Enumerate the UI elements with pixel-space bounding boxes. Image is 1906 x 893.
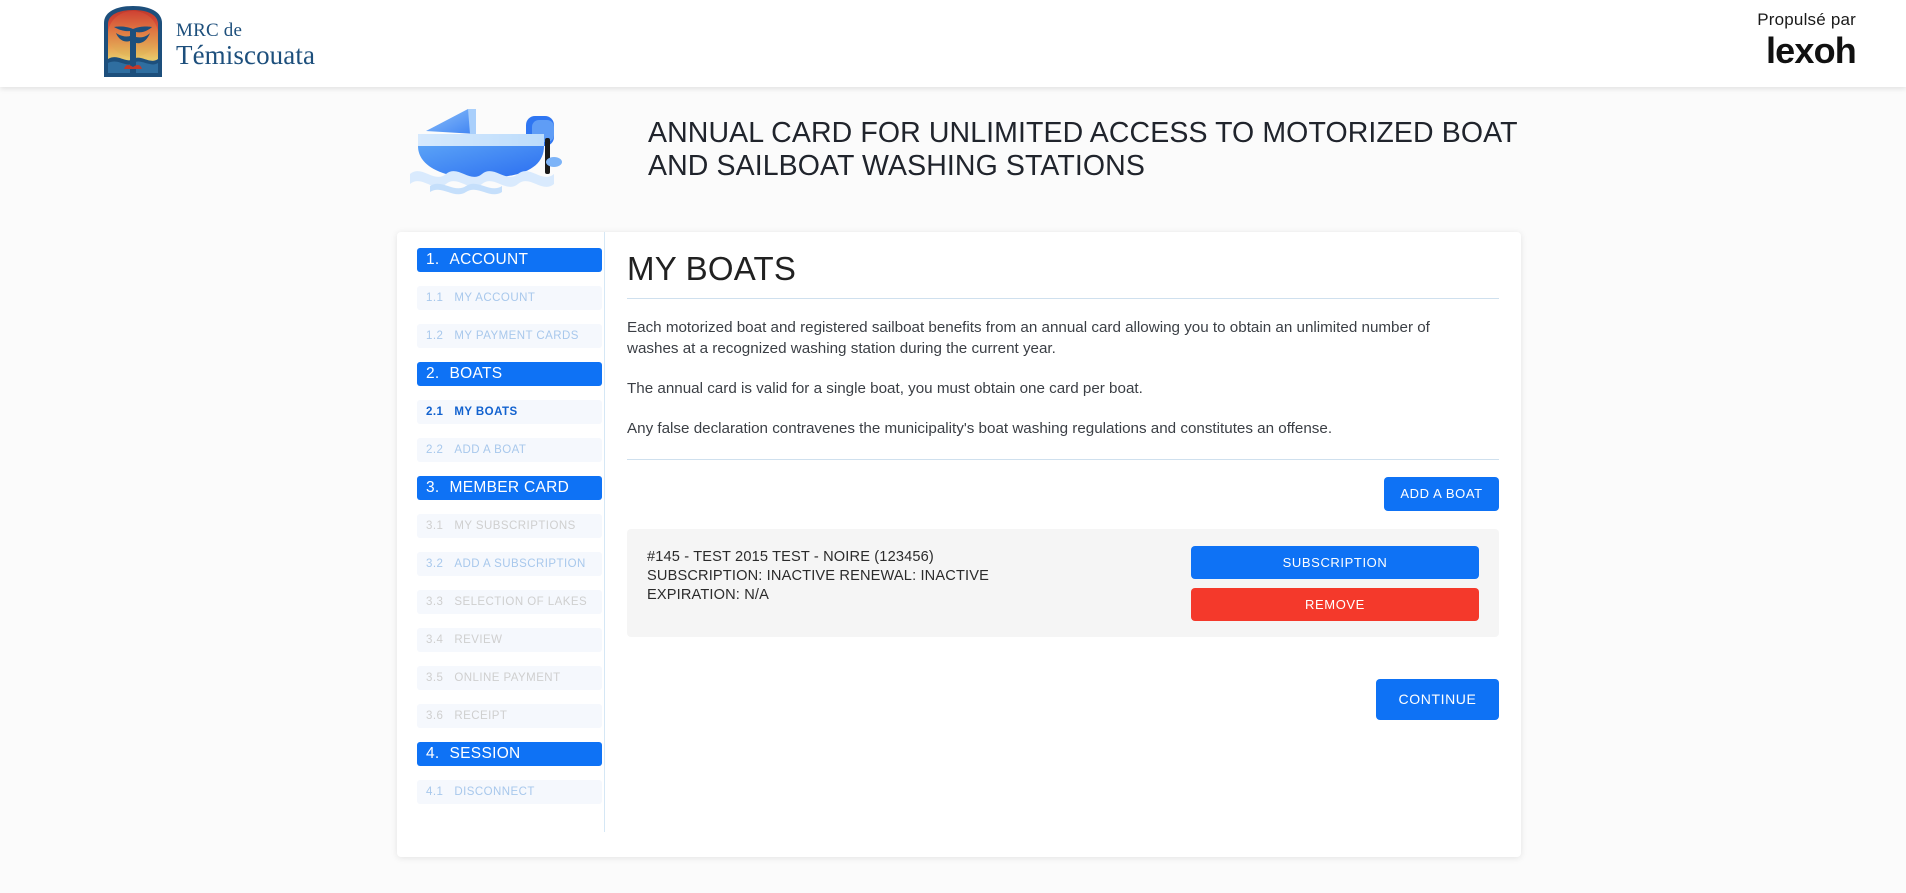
sidebar-item-label: MY ACCOUNT xyxy=(454,292,536,304)
site-header: MRC de Témiscouata Propulsé par lexoh xyxy=(0,0,1906,87)
sidebar-item-label: ADD A BOAT xyxy=(454,444,527,456)
sidebar-item-my-boats[interactable]: 2.1 MY BOATS xyxy=(417,400,602,424)
sidebar-item-label: DISCONNECT xyxy=(454,786,535,798)
sidebar-section-session[interactable]: 4. SESSION xyxy=(417,742,602,766)
content-divider xyxy=(627,458,1499,460)
sidebar-item-label: ADD A SUBSCRIPTION xyxy=(454,558,586,570)
sidebar-section-label: BOATS xyxy=(449,365,503,382)
sidebar-section-account[interactable]: 1. ACCOUNT xyxy=(417,248,602,272)
sidebar-item-label: ONLINE PAYMENT xyxy=(454,672,561,684)
powered-by-block: Propulsé par lexoh xyxy=(1757,10,1857,71)
add-a-boat-button[interactable]: ADD A BOAT xyxy=(1384,476,1499,511)
sidebar-item-number: 1.2 xyxy=(426,330,444,342)
lexoh-wordmark: lexoh xyxy=(1765,30,1857,71)
sidebar-item-number: 3.4 xyxy=(426,634,444,646)
sidebar-section-boats[interactable]: 2. BOATS xyxy=(417,362,602,386)
sidebar-section-label: SESSION xyxy=(449,745,521,762)
sidebar-item-receipt[interactable]: 3.6 RECEIPT xyxy=(417,704,602,728)
temiscouata-crest-icon xyxy=(104,6,162,77)
main-panel: 1. ACCOUNT 1.1 MY ACCOUNT 1.2 MY PAYMENT CARD… xyxy=(397,232,1521,857)
sidebar-item-online-payment[interactable]: 3.5 ONLINE PAYMENT xyxy=(417,666,602,690)
intro-paragraph-1: Each motorized boat and registered sailb… xyxy=(627,319,1430,357)
powered-by-label: Propulsé par xyxy=(1757,10,1856,29)
sidebar-item-number: 3.6 xyxy=(426,710,444,722)
sidebar-item-number: 3.2 xyxy=(426,558,444,570)
sidebar-item-label: MY SUBSCRIPTIONS xyxy=(454,520,576,532)
boat-info: #145 - TEST 2015 TEST - NOIRE (123456) SU… xyxy=(647,545,989,606)
boat-expiration-line: EXPIRATION: N/A xyxy=(647,587,769,604)
boat-card: #145 - TEST 2015 TEST - NOIRE (123456) SU… xyxy=(627,528,1499,637)
sidebar-item-add-a-boat[interactable]: 2.2 ADD A BOAT xyxy=(417,438,602,462)
continue-button[interactable]: CONTINUE xyxy=(1376,678,1499,720)
sidebar-section-member-card[interactable]: 3. MEMBER CARD xyxy=(417,476,602,500)
motorboat-illustration xyxy=(410,109,562,195)
sidebar-section-number: 3. xyxy=(426,479,440,496)
sidebar-item-number: 3.1 xyxy=(426,520,444,532)
page-title: MY BOATS xyxy=(627,250,797,287)
boat-title: #145 - TEST 2015 TEST - NOIRE (123456) xyxy=(647,548,934,565)
subscription-button[interactable]: SUBSCRIPTION xyxy=(1191,545,1479,579)
sidebar-item-my-subscriptions[interactable]: 3.1 MY SUBSCRIPTIONS xyxy=(417,514,602,538)
sidebar-item-number: 4.1 xyxy=(426,786,444,798)
page-heading: ANNUAL CARD FOR UNLIMITED ACCESS TO MOTO… xyxy=(648,116,1518,182)
sidebar-item-disconnect[interactable]: 4.1 DISCONNECT xyxy=(417,780,602,804)
boat-list: #145 - TEST 2015 TEST - NOIRE (123456) SU… xyxy=(627,528,1499,637)
sidebar-item-number: 1.1 xyxy=(426,292,444,304)
sidebar-item-selection-of-lakes[interactable]: 3.3 SELECTION OF LAKES xyxy=(417,590,602,614)
sidebar-item-label: MY BOATS xyxy=(454,406,518,418)
boat-status-line: SUBSCRIPTION: INACTIVE RENEWAL: INACTIVE xyxy=(647,568,989,585)
sidebar-section-number: 2. xyxy=(426,365,440,382)
sidebar-item-number: 2.2 xyxy=(426,444,444,456)
sidebar-item-label: RECEIPT xyxy=(454,710,508,722)
sidebar-section-number: 1. xyxy=(426,251,440,268)
boat-actions: SUBSCRIPTION REMOVE xyxy=(1191,545,1479,621)
sidebar-section-number: 4. xyxy=(426,745,440,762)
sidebar-item-review[interactable]: 3.4 REVIEW xyxy=(417,628,602,652)
sidebar-item-number: 3.3 xyxy=(426,596,444,608)
sidebar-section-label: ACCOUNT xyxy=(449,251,529,268)
mrc-logo-line1: MRC de xyxy=(176,20,243,41)
intro-paragraph-3: Any false declaration contravenes the mu… xyxy=(627,419,1333,437)
sidebar-item-label: MY PAYMENT CARDS xyxy=(454,330,579,342)
hero-banner: ANNUAL CARD FOR UNLIMITED ACCESS TO MOTO… xyxy=(408,104,1528,196)
mrc-logo[interactable]: MRC de Témiscouata xyxy=(100,3,315,81)
title-divider xyxy=(627,298,1499,299)
mrc-logo-line2: Témiscouata xyxy=(176,40,316,70)
mrc-logo-text: MRC de Témiscouata xyxy=(176,15,315,69)
sidebar-section-label: MEMBER CARD xyxy=(449,479,570,496)
sidebar-item-label: REVIEW xyxy=(454,634,503,646)
remove-button[interactable]: REMOVE xyxy=(1191,587,1479,621)
sidebar-item-number: 3.5 xyxy=(426,672,444,684)
sidebar-item-my-payment-cards[interactable]: 1.2 MY PAYMENT CARDS xyxy=(417,324,602,348)
sidebar-item-add-a-subscription[interactable]: 3.2 ADD A SUBSCRIPTION xyxy=(417,552,602,576)
intro-paragraph-2: The annual card is valid for a single bo… xyxy=(627,379,1143,397)
step-sidebar: 1. ACCOUNT 1.1 MY ACCOUNT 1.2 MY PAYMENT CARD… xyxy=(397,232,605,832)
sidebar-item-my-account[interactable]: 1.1 MY ACCOUNT xyxy=(417,286,602,310)
continue-row: CONTINUE xyxy=(627,678,1499,720)
add-boat-row: ADD A BOAT xyxy=(627,476,1499,511)
sidebar-item-number: 2.1 xyxy=(426,406,444,418)
sidebar-item-label: SELECTION OF LAKES xyxy=(454,596,588,608)
content-area: MY BOATS Each motorized boat and registe… xyxy=(605,232,1521,857)
